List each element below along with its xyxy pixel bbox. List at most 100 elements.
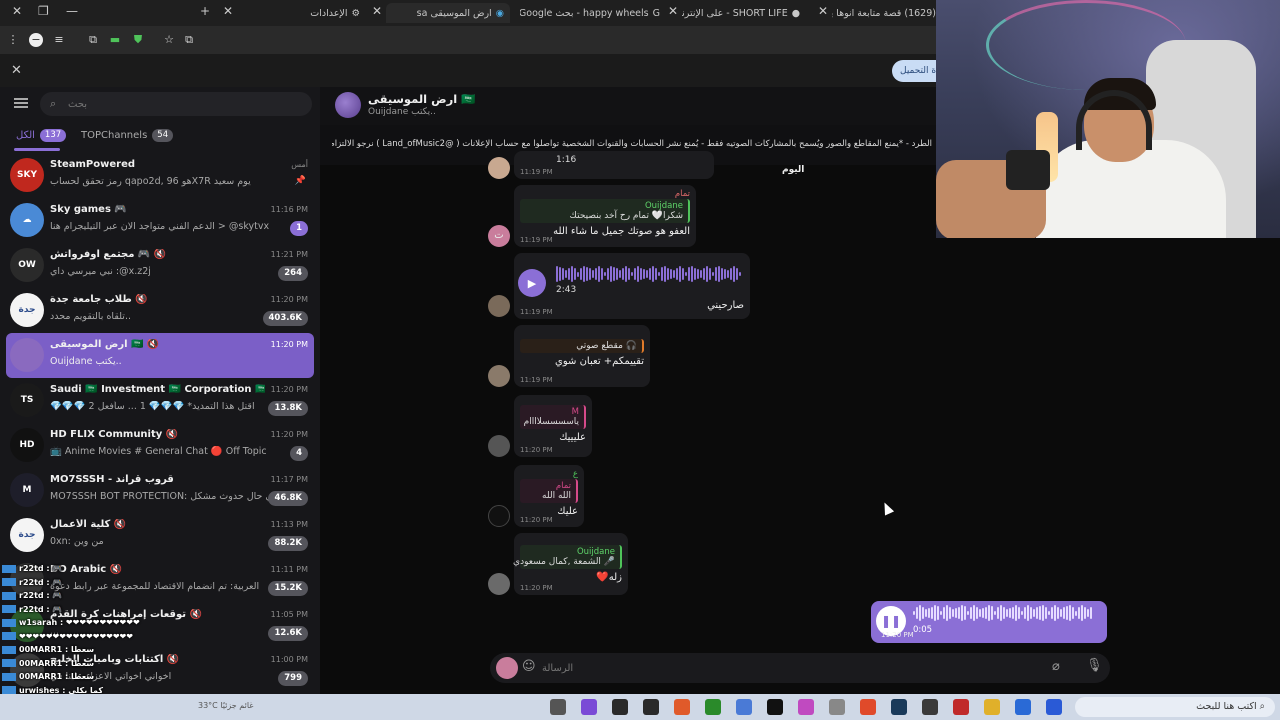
chat-list-item[interactable]: اكتتابات وبامبات الخليج 🔇 اخواني اخواتي ا…: [6, 648, 314, 693]
tab-youtube[interactable]: (1629) قصة متابعة انوها يكرها لـ: [832, 3, 936, 23]
browser-toolbar: ⋮ − ≡ ⧉ ▬ ⛊ ☆ ⧉: [0, 26, 936, 54]
download-tool-button[interactable]: أداة التحميل: [892, 60, 940, 82]
minimize-window-icon[interactable]: —: [66, 4, 78, 18]
taskbar-app-icon[interactable]: [674, 699, 690, 715]
avatar[interactable]: [488, 365, 510, 387]
reply-quote[interactable]: M ياسسسسلاااام: [520, 405, 586, 429]
extension-green-icon[interactable]: ▬: [108, 33, 122, 47]
chat-list-item[interactable]: جدة طلاب جامعة جدة 🔇 تلقاه بالتقويم محدد..…: [6, 288, 314, 333]
close-window-icon[interactable]: ✕: [12, 4, 22, 18]
message-input[interactable]: [542, 659, 1002, 677]
chat-list-item[interactable]: HD HD FLIX Community 🔇 📺 Anime Movies # Ge…: [6, 423, 314, 468]
chat-list-item[interactable]: OW مجتمع اوفرواتش 🎮 🔇 نبي ميرسي داي :@x.z2…: [6, 243, 314, 288]
tab-google-search[interactable]: G happy wheels - بحث Google: [520, 3, 660, 23]
avatar[interactable]: [488, 435, 510, 457]
reply-quote[interactable]: 🎧 مقطع صوتي: [520, 339, 644, 353]
chat-list-item[interactable]: ☁ Sky games 🎮 الدعم الفني متواجد الان عبر …: [6, 198, 314, 243]
weather-widget[interactable]: 33°C غائم جزئيًا: [198, 701, 253, 710]
message-list: اليوم 1:16 11:19 PM ت تمام Ouijdane شكرا…: [320, 151, 1280, 655]
chat-list-item[interactable]: ارض الموسيقى 🇸🇦 🔇 Ouijdane يكتب.. 11:20 PM: [6, 333, 314, 378]
chat-list-item[interactable]: SKY SteamPowered رمز تحقق لحساب qapo2d, هو…: [6, 153, 314, 198]
search-input[interactable]: [68, 95, 298, 113]
taskbar-app-icon[interactable]: [550, 699, 566, 715]
close-tab-icon[interactable]: ✕: [223, 4, 233, 18]
avatar: [10, 563, 44, 597]
taskbar-app-icon[interactable]: [798, 699, 814, 715]
chat-name: Saudi 🇸🇦 Investment 🇸🇦 Corporation 🇸🇦 🔇: [50, 384, 265, 395]
message-bubble[interactable]: 🎧 مقطع صوتي تقييمكم+ تعبان شوي 11:19 PM: [514, 325, 650, 387]
folder-tab-all[interactable]: الكل 137: [16, 129, 67, 142]
taskbar-search[interactable]: ⌕ اكتب هنا للبحث: [1075, 697, 1275, 717]
chat-list-item[interactable]: توقعات إمراهنات كرة القدم 🔇... 11:05 PM 12…: [6, 603, 314, 648]
taskbar-app-icon[interactable]: [922, 699, 938, 715]
restore-window-icon[interactable]: ❐: [38, 4, 49, 18]
close-tab-icon[interactable]: ✕: [372, 4, 382, 18]
close-icon[interactable]: ✕: [11, 63, 22, 78]
shield-icon[interactable]: ⛊: [131, 33, 145, 47]
taskbar-app-icon[interactable]: [1015, 699, 1031, 715]
taskbar-app-icon[interactable]: [705, 699, 721, 715]
more-menu-icon[interactable]: ⋮: [6, 33, 20, 47]
taskbar-app-icon[interactable]: [891, 699, 907, 715]
attach-icon[interactable]: ⌀: [1052, 659, 1060, 674]
reply-quote[interactable]: تمام الله الله: [520, 479, 578, 503]
tab-short-life[interactable]: ● SHORT LIFE - على الإنترنت مجانًا: [682, 3, 800, 23]
taskbar-app-icon[interactable]: [984, 699, 1000, 715]
group-avatar[interactable]: [335, 92, 361, 118]
emoji-icon[interactable]: ☺: [522, 659, 536, 674]
taskbar-app-icon[interactable]: [643, 699, 659, 715]
open-in-window-icon[interactable]: ⧉: [182, 33, 196, 47]
taskbar-app-icon[interactable]: [953, 699, 969, 715]
chat-time: 11:05 PM: [270, 610, 308, 619]
tune-icon[interactable]: ≡: [52, 33, 66, 47]
message-bubble[interactable]: ع تمام الله الله عليك 11:20 PM: [514, 465, 584, 527]
extensions-icon[interactable]: ⧉: [86, 33, 100, 47]
taskbar-app-icon[interactable]: [829, 699, 845, 715]
avatar: [10, 608, 44, 642]
avatar[interactable]: [488, 157, 510, 179]
waveform[interactable]: [556, 265, 741, 283]
avatar[interactable]: [488, 573, 510, 595]
avatar[interactable]: [488, 505, 510, 527]
message-composer: ☺ ⌀ 🎙: [490, 653, 1110, 683]
tab-telegram[interactable]: ◉ ارض الموسيقى sa: [386, 3, 510, 23]
voice-message[interactable]: ▶ 2:43 صارحيني 11:19 PM: [514, 253, 750, 319]
profile-icon[interactable]: −: [29, 33, 43, 47]
message-bubble[interactable]: Ouijdane 🎤 الشمعة ,كمال مسعودي زله❤️ 11:…: [513, 533, 628, 595]
tab-settings[interactable]: ⚙ الإعدادات: [242, 3, 360, 23]
chat-time: 11:11 PM: [270, 565, 308, 574]
taskbar-app-icon[interactable]: [767, 699, 783, 715]
chat-list-item[interactable]: TS Saudi 🇸🇦 Investment 🇸🇦 Corporation 🇸🇦 …: [6, 378, 314, 423]
now-playing-voice[interactable]: ❚❚ 0:05 11:20 PM: [871, 601, 1107, 643]
voice-message[interactable]: 1:16 11:19 PM: [514, 151, 714, 179]
search-box[interactable]: ⌕: [40, 92, 312, 116]
taskbar-app-icon[interactable]: [860, 699, 876, 715]
message-bubble[interactable]: تمام Ouijdane شكرا🤍 تمام رح آخد بنصيحتك …: [514, 185, 696, 247]
folder-tab-topchannels[interactable]: TOPChannels 54: [81, 129, 174, 142]
chat-preview: تلقاه بالتقويم محدد..: [50, 311, 131, 322]
chat-preview: 0xn: من وين: [50, 536, 104, 547]
reply-quote[interactable]: Ouijdane 🎤 الشمعة ,كمال مسعودي: [513, 545, 622, 569]
new-tab-button[interactable]: +: [200, 4, 210, 18]
notification-strip: ✕: [0, 54, 936, 87]
avatar[interactable]: ت: [488, 225, 510, 247]
reply-quote[interactable]: Ouijdane شكرا🤍 تمام رح آخد بنصيحتك: [520, 199, 690, 223]
taskbar-app-icon[interactable]: [1046, 699, 1062, 715]
taskbar-app-icon[interactable]: [612, 699, 628, 715]
chat-list-item[interactable]: M MO7SSSH - قروب قراند MO7SSSH BOT PROTECT…: [6, 468, 314, 513]
bookmark-star-icon[interactable]: ☆: [162, 33, 176, 47]
menu-icon[interactable]: [14, 98, 28, 108]
taskbar-app-icon[interactable]: [736, 699, 752, 715]
chat-name: DO Arabic 🔇: [50, 564, 123, 575]
message-bubble[interactable]: M ياسسسسلاااام عليييك 11:20 PM: [514, 395, 592, 457]
microphone-icon[interactable]: 🎙: [1086, 658, 1103, 673]
chat-list-item[interactable]: DO Arabic 🔇 العربية: تم انضمام الاقتصاد ل…: [6, 558, 314, 603]
close-tab-icon[interactable]: ✕: [818, 4, 828, 18]
avatar[interactable]: [488, 295, 510, 317]
taskbar-app-icon[interactable]: [581, 699, 597, 715]
play-icon[interactable]: ▶: [518, 269, 546, 297]
chat-list-item[interactable]: جدة كلية الأعمال 🔇 0xn: من وين 11:13 PM 88.2…: [6, 513, 314, 558]
close-tab-icon[interactable]: ✕: [668, 4, 678, 18]
waveform[interactable]: [913, 604, 1092, 622]
send-as-avatar[interactable]: [496, 657, 518, 679]
